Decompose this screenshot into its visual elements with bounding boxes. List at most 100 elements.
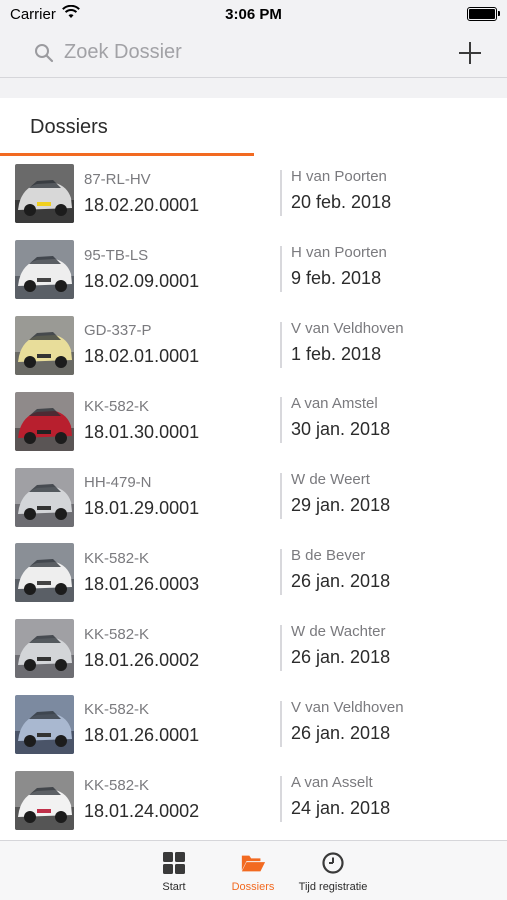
- dossier-meta: H van Poorten 20 feb. 2018: [291, 168, 491, 214]
- dossier-meta: V van Veldhoven 1 feb. 2018: [291, 320, 491, 366]
- dossier-number: 18.01.26.0002: [84, 649, 200, 670]
- dossier-date: 29 jan. 2018: [291, 495, 391, 516]
- dossier-date: 26 jan. 2018: [291, 646, 391, 667]
- dossier-number: 18.01.26.0001: [84, 725, 200, 746]
- dossier-info: KK-582-K 18.01.26.0003: [84, 550, 264, 596]
- car-thumbnail: [15, 619, 74, 679]
- dossier-row[interactable]: KK-582-K 18.01.26.0001 V van Veldhoven 2…: [0, 687, 507, 763]
- row-divider: [280, 548, 282, 595]
- tabbar-tijd-registratie[interactable]: Tijd registratie: [288, 841, 378, 900]
- license-plate: KK-582-K: [84, 549, 150, 567]
- dossier-info: KK-582-K 18.01.26.0001: [84, 701, 264, 747]
- car-thumbnail: [15, 467, 74, 527]
- license-plate: HH-479-N: [84, 474, 152, 492]
- search-input[interactable]: [64, 41, 453, 64]
- dossier-row[interactable]: GD-337-P 18.02.01.0001 V van Veldhoven 1…: [0, 308, 507, 384]
- clock-icon: [320, 850, 346, 876]
- owner-name: H van Poorten: [291, 168, 387, 185]
- dossier-number: 18.02.01.0001: [84, 346, 200, 367]
- dossier-date: 1 feb. 2018: [291, 343, 382, 364]
- dossier-info: 95-TB-LS 18.02.09.0001: [84, 247, 264, 293]
- car-thumbnail: [15, 694, 74, 754]
- dossier-info: GD-337-P 18.02.01.0001: [84, 322, 264, 368]
- owner-name: V van Veldhoven: [291, 698, 404, 716]
- dossier-row[interactable]: 87-RL-HV 18.02.20.0001 H van Poorten 20 …: [0, 156, 507, 232]
- dossier-number: 18.01.24.0002: [84, 801, 200, 822]
- dossier-info: KK-582-K 18.01.26.0002: [84, 626, 264, 672]
- dossier-number: 18.01.29.0001: [84, 498, 200, 519]
- tabbar-tijd-label: Tijd registratie: [298, 880, 368, 893]
- owner-name: W de Weert: [291, 471, 370, 489]
- license-plate: 95-TB-LS: [84, 246, 149, 264]
- dossier-row[interactable]: KK-582-K 18.01.24.0002 A van Asselt 24 j…: [0, 762, 507, 838]
- license-plate: KK-582-K: [84, 777, 150, 795]
- carrier-label: Carrier: [10, 5, 56, 23]
- car-thumbnail: [15, 164, 74, 224]
- dossier-meta: V van Veldhoven 26 jan. 2018: [291, 699, 491, 745]
- status-bar: Carrier 3:06 PM: [0, 0, 507, 28]
- tab-header: Dossiers: [0, 98, 507, 156]
- owner-name: A van Amstel: [291, 395, 378, 413]
- dossier-row[interactable]: HH-479-N 18.01.29.0001 W de Weert 29 jan…: [0, 459, 507, 535]
- row-divider: [280, 473, 282, 520]
- dossier-date: 20 feb. 2018: [291, 192, 392, 212]
- row-divider: [280, 776, 282, 823]
- dossier-list: 87-RL-HV 18.02.20.0001 H van Poorten 20 …: [0, 156, 507, 840]
- row-divider: [280, 624, 282, 671]
- dossier-info: KK-582-K 18.01.30.0001: [84, 398, 264, 444]
- dossier-number: 18.02.09.0001: [84, 270, 200, 291]
- dossier-number: 18.02.20.0001: [84, 194, 200, 215]
- dossier-info: HH-479-N 18.01.29.0001: [84, 474, 264, 520]
- owner-name: B de Bever: [291, 546, 366, 564]
- tabbar-dossiers-label: Dossiers: [231, 880, 275, 893]
- owner-name: W de Wachter: [291, 622, 386, 640]
- tabbar-dossiers[interactable]: Dossiers: [208, 841, 298, 900]
- tab-dossiers[interactable]: Dossiers: [0, 98, 254, 156]
- dossier-meta: H van Poorten 9 feb. 2018: [291, 244, 491, 290]
- dossier-row[interactable]: KK-582-K 18.01.26.0003 B de Bever 26 jan…: [0, 535, 507, 611]
- battery-icon: [467, 7, 500, 21]
- dossier-number: 18.01.26.0003: [84, 573, 200, 594]
- search-bar: [0, 28, 507, 78]
- search-icon: [32, 41, 56, 65]
- folder-icon: [240, 850, 266, 876]
- car-thumbnail: [15, 315, 74, 375]
- car-thumbnail: [15, 391, 74, 451]
- dossier-date: 24 jan. 2018: [291, 798, 391, 819]
- dossier-info: 87-RL-HV 18.02.20.0001: [84, 171, 264, 217]
- dossier-meta: W de Wachter 26 jan. 2018: [291, 623, 491, 669]
- tabbar-start-label: Start: [162, 880, 186, 893]
- owner-name: H van Poorten: [291, 243, 387, 261]
- row-divider: [280, 700, 282, 747]
- bottom-tab-bar: Start Dossiers Tijd registratie: [0, 840, 507, 900]
- row-divider: [280, 397, 282, 444]
- tabbar-start[interactable]: Start: [129, 841, 219, 900]
- license-plate: GD-337-P: [84, 322, 152, 340]
- car-thumbnail: [15, 770, 74, 830]
- dossier-row[interactable]: 95-TB-LS 18.02.09.0001 H van Poorten 9 f…: [0, 232, 507, 308]
- dossier-row[interactable]: KK-582-K 18.01.30.0001 A van Amstel 30 j…: [0, 383, 507, 459]
- status-left: Carrier: [10, 4, 80, 23]
- dossier-info: KK-582-K 18.01.24.0002: [84, 777, 264, 823]
- dossier-date: 26 jan. 2018: [291, 570, 391, 591]
- car-thumbnail: [15, 240, 74, 300]
- wifi-icon: [61, 4, 80, 23]
- row-divider: [280, 245, 282, 292]
- license-plate: KK-582-K: [84, 701, 150, 719]
- dossier-row[interactable]: KK-582-K 18.01.26.0002 W de Wachter 26 j…: [0, 611, 507, 687]
- dossier-number: 18.01.30.0001: [84, 422, 200, 443]
- dossier-meta: A van Amstel 30 jan. 2018: [291, 395, 491, 441]
- car-thumbnail: [15, 543, 74, 603]
- dossier-meta: A van Asselt 24 jan. 2018: [291, 774, 491, 820]
- owner-name: V van Veldhoven: [291, 319, 404, 337]
- dossier-meta: B de Bever 26 jan. 2018: [291, 547, 491, 593]
- license-plate: 87-RL-HV: [84, 170, 151, 188]
- license-plate: KK-582-K: [84, 625, 150, 643]
- row-divider: [280, 321, 282, 368]
- dossier-date: 26 jan. 2018: [291, 722, 391, 743]
- dossier-meta: W de Weert 29 jan. 2018: [291, 471, 491, 517]
- add-dossier-button[interactable]: [453, 36, 487, 70]
- dossier-date: 9 feb. 2018: [291, 267, 382, 288]
- row-divider: [280, 170, 282, 216]
- grid-icon: [161, 850, 187, 876]
